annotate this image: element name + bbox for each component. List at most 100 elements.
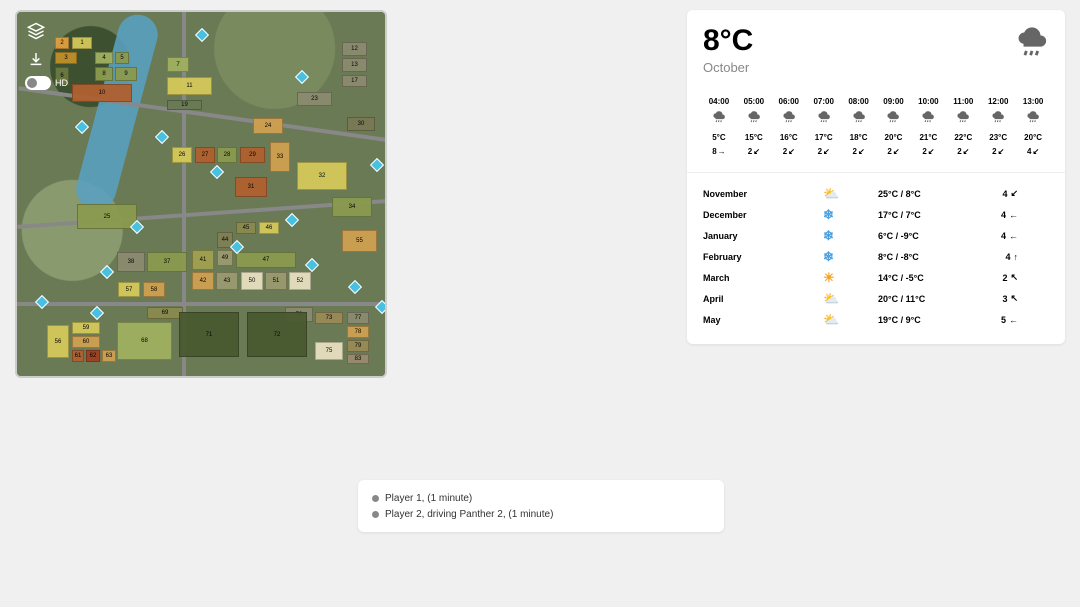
- map-field[interactable]: 27: [195, 147, 215, 163]
- map-field[interactable]: 63: [102, 350, 116, 362]
- hd-toggle[interactable]: HD: [25, 76, 68, 90]
- map-field[interactable]: 25: [77, 204, 137, 229]
- wind-arrow-icon: ↑: [1014, 252, 1019, 262]
- hour-column: 10:0021°C2↙: [912, 97, 944, 156]
- map-field[interactable]: 11: [167, 77, 212, 95]
- map-field[interactable]: 1: [72, 37, 92, 49]
- map-field[interactable]: 59: [72, 322, 100, 334]
- forecast-wind: 4↑: [968, 252, 1018, 262]
- map-field[interactable]: 73: [315, 312, 343, 324]
- map-field[interactable]: 46: [259, 222, 279, 234]
- map-field[interactable]: 61: [72, 350, 84, 362]
- rain-icon: [1015, 24, 1049, 65]
- map-field[interactable]: 58: [143, 282, 165, 297]
- weather-icon: ⛅: [823, 186, 878, 202]
- map-panel[interactable]: 1234567891011121317192324252627282930313…: [15, 10, 387, 378]
- map-field[interactable]: 83: [347, 354, 369, 364]
- map-field[interactable]: 10: [72, 84, 132, 102]
- map-field[interactable]: 43: [216, 272, 238, 290]
- hour-time: 04:00: [709, 97, 729, 106]
- weather-icon: ❄: [823, 207, 878, 223]
- weather-header: 8°C October: [703, 24, 1049, 75]
- forecast-row: May⛅19°C / 9°C5←: [703, 309, 1049, 330]
- map-field[interactable]: 24: [253, 118, 283, 134]
- rain-icon: [712, 111, 726, 128]
- map-field[interactable]: 9: [115, 67, 137, 81]
- hour-temp: 20°C: [885, 133, 903, 142]
- map-field[interactable]: 37: [147, 252, 187, 272]
- map-field[interactable]: 55: [342, 230, 377, 252]
- map-field[interactable]: 60: [72, 336, 100, 348]
- forecast-month: February: [703, 252, 823, 262]
- map-field[interactable]: 33: [270, 142, 290, 172]
- map-field[interactable]: 19: [167, 100, 202, 110]
- map-field[interactable]: 42: [192, 272, 214, 290]
- map-road: [17, 302, 387, 306]
- forecast-range: 20°C / 11°C: [878, 294, 968, 304]
- map-field[interactable]: 45: [236, 222, 256, 234]
- map-field[interactable]: 69: [147, 307, 183, 319]
- hour-temp: 16°C: [780, 133, 798, 142]
- map-field[interactable]: 68: [117, 322, 172, 360]
- forecast-month: November: [703, 189, 823, 199]
- player-dot-icon: [372, 495, 379, 502]
- wind-arrow-icon: ↙: [893, 147, 900, 156]
- weather-icon: ⛅: [823, 312, 878, 328]
- map-field[interactable]: 23: [297, 92, 332, 106]
- forecast-range: 8°C / -8°C: [878, 252, 968, 262]
- map-field[interactable]: 7: [167, 57, 189, 72]
- map-field[interactable]: 5: [115, 52, 129, 64]
- hour-time: 10:00: [918, 97, 938, 106]
- map-field[interactable]: 41: [192, 250, 214, 270]
- map-field[interactable]: 52: [289, 272, 311, 290]
- hour-time: 11:00: [953, 97, 973, 106]
- map-field[interactable]: 4: [95, 52, 113, 64]
- map-field[interactable]: 31: [235, 177, 267, 197]
- map-field[interactable]: 28: [217, 147, 237, 163]
- forecast-wind: 4←: [968, 231, 1018, 241]
- map-field[interactable]: 12: [342, 42, 367, 56]
- map-field[interactable]: 34: [332, 197, 372, 217]
- map-field[interactable]: 57: [118, 282, 140, 297]
- weather-icon: ☀: [823, 270, 878, 286]
- wind-arrow-icon: ↖: [1010, 293, 1018, 304]
- map-field[interactable]: 49: [217, 250, 233, 266]
- hour-column: 13:0020°C4↙: [1017, 97, 1049, 156]
- hour-column: 11:0022°C2↙: [947, 97, 979, 156]
- wind-arrow-icon: ↖: [1010, 272, 1018, 283]
- map-field[interactable]: 32: [297, 162, 347, 190]
- hour-wind: 2↙: [957, 147, 969, 156]
- map-field[interactable]: 79: [347, 340, 369, 352]
- map-field[interactable]: 47: [236, 252, 296, 268]
- map-field[interactable]: 50: [241, 272, 263, 290]
- rain-icon: [747, 111, 761, 128]
- map-field[interactable]: 13: [342, 58, 367, 72]
- wind-arrow-icon: ↙: [753, 147, 760, 156]
- map-field[interactable]: 78: [347, 326, 369, 338]
- hour-temp: 15°C: [745, 133, 763, 142]
- map-field[interactable]: 17: [342, 75, 367, 87]
- map-field[interactable]: 75: [315, 342, 343, 360]
- forecast-row: March☀14°C / -5°C2↖: [703, 267, 1049, 288]
- map-field[interactable]: 56: [47, 325, 69, 358]
- map-field[interactable]: 51: [265, 272, 287, 290]
- download-icon[interactable]: [25, 48, 47, 70]
- map-field[interactable]: 71: [179, 312, 239, 357]
- hour-column: 06:0016°C2↙: [773, 97, 805, 156]
- forecast-month: March: [703, 273, 823, 283]
- map-field[interactable]: 62: [86, 350, 100, 362]
- map-field[interactable]: 29: [240, 147, 265, 163]
- map-field[interactable]: 72: [247, 312, 307, 357]
- map-field[interactable]: 77: [347, 312, 369, 324]
- layers-icon[interactable]: [25, 20, 47, 42]
- map-field[interactable]: 38: [117, 252, 145, 272]
- map-field[interactable]: 30: [347, 117, 375, 131]
- hour-wind: 2↙: [922, 147, 934, 156]
- toggle-switch[interactable]: [25, 76, 51, 90]
- forecast-month: May: [703, 315, 823, 325]
- forecast-wind: 4↙: [968, 188, 1018, 199]
- map-field[interactable]: 26: [172, 147, 192, 163]
- hour-wind: 2↙: [992, 147, 1004, 156]
- hour-time: 13:00: [1023, 97, 1043, 106]
- map-field[interactable]: 8: [95, 67, 113, 81]
